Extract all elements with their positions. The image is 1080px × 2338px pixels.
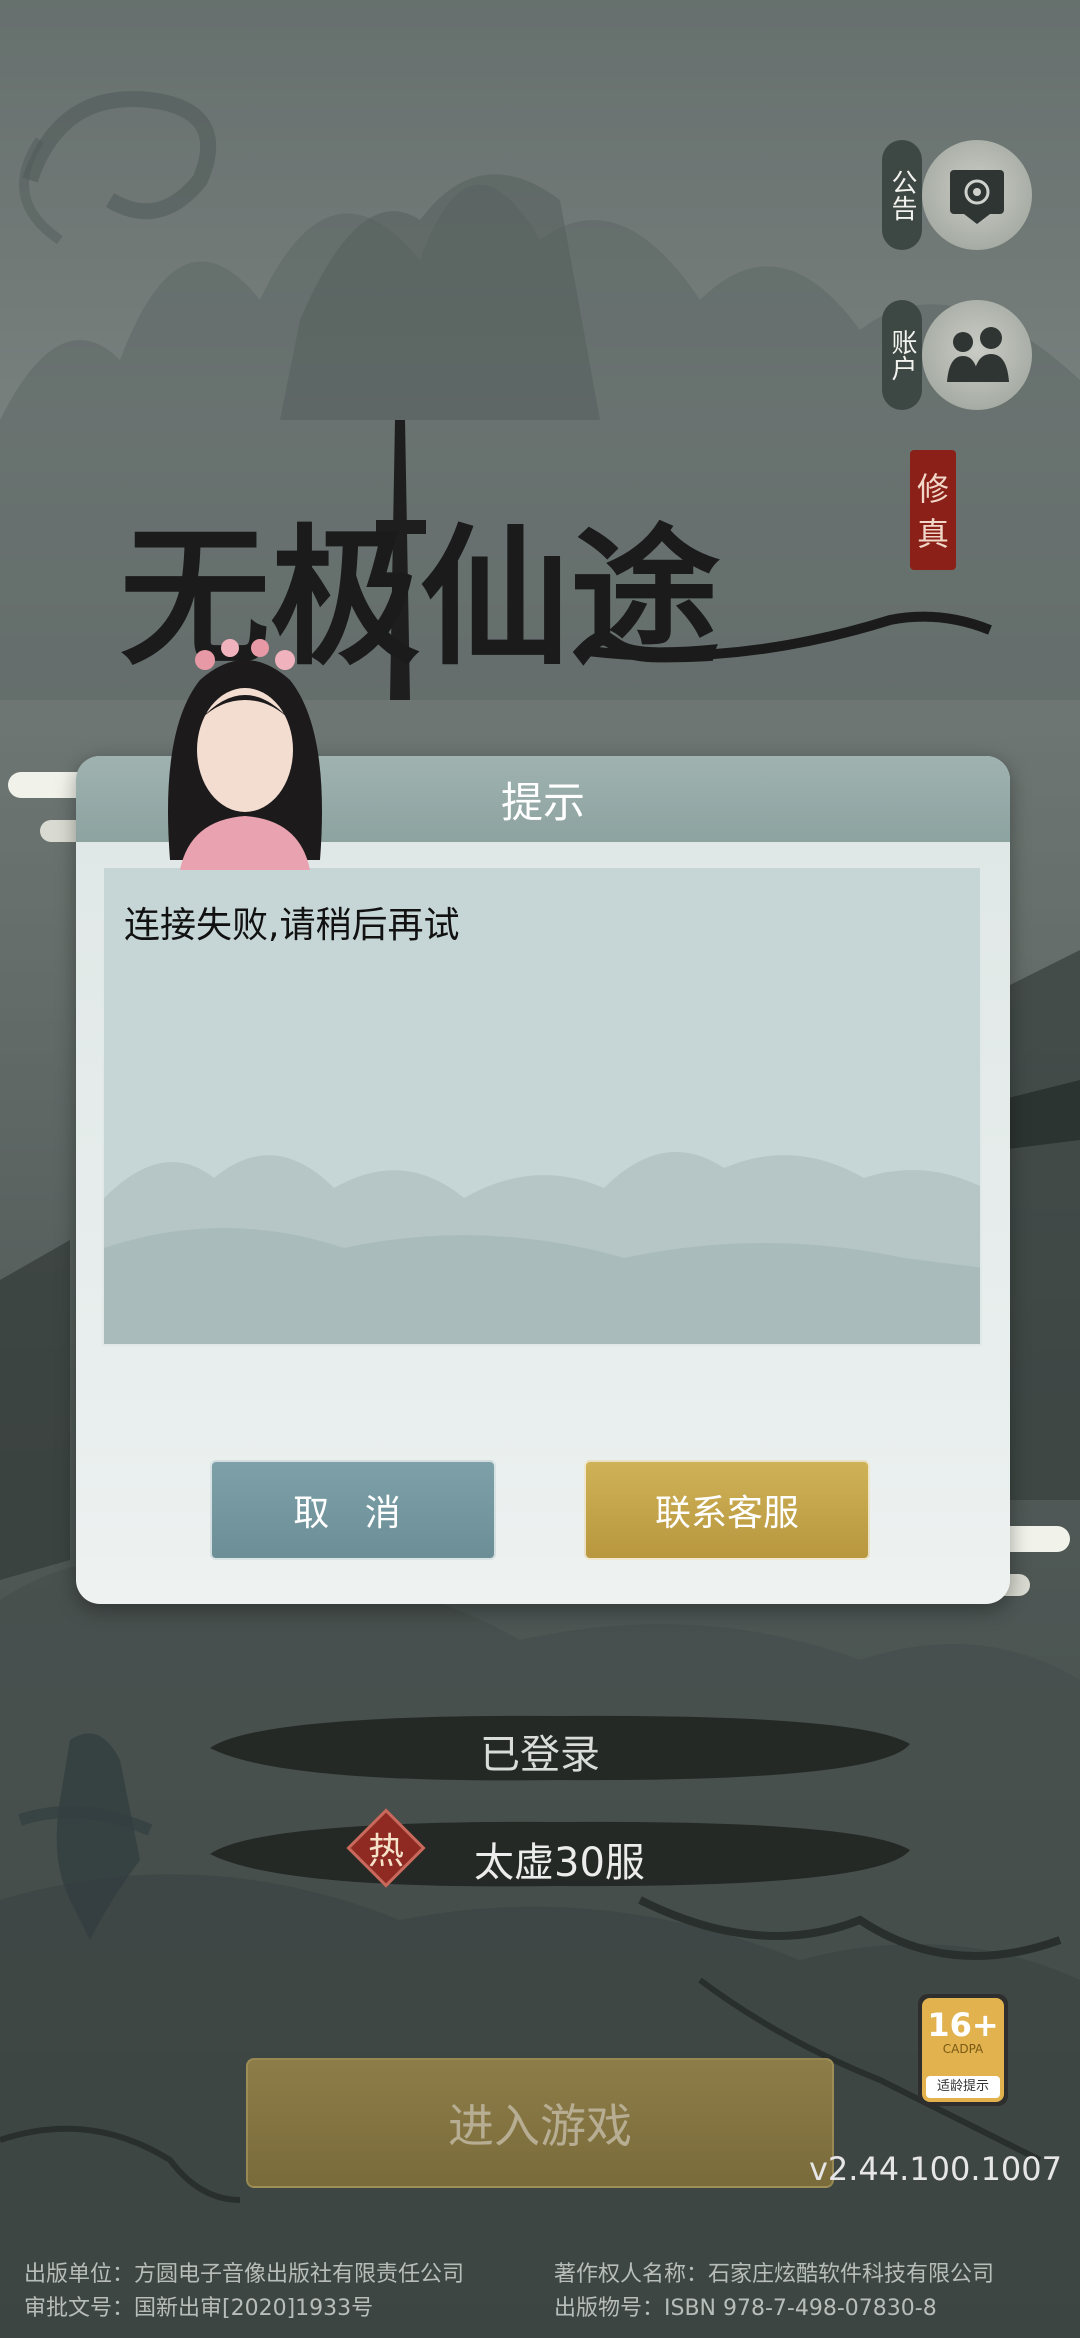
approval-line: 审批文号：国新出审[2020]1933号 — [24, 2296, 374, 2321]
publisher-line: 出版单位：方圆电子音像出版社有限责任公司 — [24, 2262, 465, 2287]
dialog-title: 提示 — [500, 777, 585, 827]
seal-text-1: 修 — [917, 470, 949, 508]
account-icon-wrap — [922, 300, 1032, 410]
copyright-line: 著作权人名称：石家庄炫酷软件科技有限公司 — [554, 2262, 995, 2287]
alert-dialog: 提示 连接失败,请稍后再试 取 消 联系客服 — [76, 756, 1010, 1604]
login-status: 已登录 — [480, 1732, 600, 1778]
age-rating-inner: 16+ CADPA 适龄提示 — [922, 1998, 1004, 2102]
account-button[interactable]: 账户 — [882, 300, 1032, 410]
scroll-notice-icon — [950, 170, 1004, 224]
cancel-button[interactable]: 取 消 — [210, 1460, 496, 1560]
account-label-text: 账户 — [887, 329, 917, 381]
users-icon — [947, 327, 1009, 382]
age-rating-value: 16+ — [927, 2006, 999, 2044]
contact-support-label: 联系客服 — [654, 1493, 799, 1534]
account-label: 账户 — [882, 300, 922, 410]
contact-support-button[interactable]: 联系客服 — [584, 1460, 870, 1560]
age-rating-badge[interactable]: 16+ CADPA 适龄提示 — [918, 1994, 1008, 2106]
announcement-icon-wrap — [922, 140, 1032, 250]
isbn-line: 出版物号：ISBN 978-7-498-07830-8 — [554, 2296, 937, 2321]
dialog-message-box: 连接失败,请稍后再试 — [102, 866, 982, 1346]
dialog-message: 连接失败,请稍后再试 — [124, 905, 460, 946]
enter-game-label: 进入游戏 — [448, 2099, 632, 2153]
character-portrait — [168, 639, 322, 870]
age-rating-org: CADPA — [942, 2042, 984, 2056]
announcement-label-text: 公告 — [887, 169, 917, 221]
announcement-button[interactable]: 公告 — [882, 140, 1032, 250]
hot-badge: 热 — [346, 1808, 426, 1888]
age-rating-tip: 适龄提示 — [926, 2076, 1000, 2098]
enter-game-button[interactable]: 进入游戏 — [246, 2058, 834, 2188]
server-name: 太虚30服 — [474, 1840, 645, 1886]
version-label: v2.44.100.1007 — [808, 2150, 1062, 2188]
cancel-button-label: 取 消 — [293, 1493, 413, 1534]
announcement-label: 公告 — [882, 140, 922, 250]
hot-badge-text: 热 — [367, 1831, 404, 1872]
seal-text-2: 真 — [917, 515, 949, 553]
